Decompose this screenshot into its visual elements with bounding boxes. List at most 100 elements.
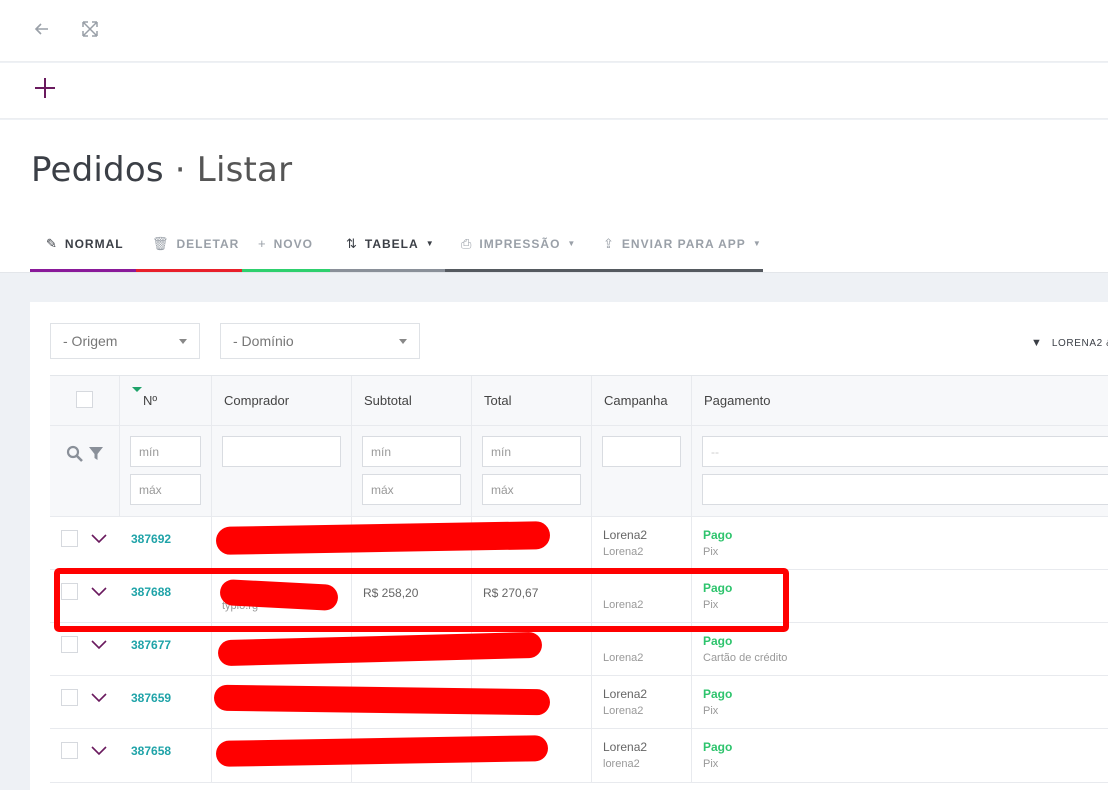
row-checkbox[interactable]	[61, 636, 78, 653]
campanha-input[interactable]	[602, 436, 681, 467]
tab-label: IMPRESSÃO	[479, 236, 561, 251]
order-number-link[interactable]: 387659	[131, 691, 171, 705]
table-row[interactable]: 387659 Lorena2 Lorena2 Pago Pix	[50, 676, 1108, 729]
numero-cell: 387659	[120, 676, 212, 728]
highlight-box	[54, 568, 789, 632]
filter-icon: ▼	[1031, 337, 1043, 349]
orders-panel: - Origem - Domínio ▼ LORENA2 & Nº Compra…	[30, 302, 1108, 790]
tab-novo[interactable]: + NOVO	[242, 215, 330, 272]
table-filter-row: mín máx mín máx mín máx --	[50, 426, 1108, 517]
table-row[interactable]: 387692 Lorena2 Lorena2 Pago Pix	[50, 517, 1108, 570]
comprador-filter-cell	[212, 426, 352, 516]
order-number-link[interactable]: 387658	[131, 744, 171, 758]
payment-method: Pix	[703, 546, 719, 558]
select-all-checkbox[interactable]	[76, 391, 93, 408]
campanha-cell: Lorena2 Lorena2	[592, 676, 692, 728]
redaction-mark	[213, 684, 551, 716]
tab-underline	[445, 269, 587, 272]
row-controls	[50, 729, 120, 782]
payment-method: Pix	[703, 758, 719, 770]
subtotal-max-input[interactable]: máx	[362, 474, 461, 505]
chevron-down-icon[interactable]	[90, 692, 108, 704]
tab-deletar[interactable]: 🗑 DELETAR	[136, 215, 242, 272]
dominio-select[interactable]: - Domínio	[220, 323, 420, 359]
chevron-down-icon[interactable]	[90, 533, 108, 545]
plus-icon[interactable]	[32, 75, 58, 101]
campaign-value: Lorena2	[603, 528, 648, 542]
comprador-input[interactable]	[222, 436, 341, 467]
chevron-down-icon[interactable]	[90, 639, 108, 651]
expand-icon[interactable]	[79, 18, 101, 40]
caret-down-icon: ▼	[425, 239, 435, 248]
header-total[interactable]: Total	[472, 376, 592, 425]
tab-underline	[330, 269, 445, 272]
tab-impressao[interactable]: ⎙ IMPRESSÃO ▼	[445, 215, 587, 272]
origem-select[interactable]: - Origem	[50, 323, 200, 359]
table-row[interactable]: 387658 Lorena2 lorena2 Pago Pix	[50, 729, 1108, 783]
header-numero[interactable]: Nº	[120, 376, 212, 425]
tab-label: DELETAR	[176, 236, 240, 251]
select-value: - Origem	[63, 333, 118, 349]
column-label: Nº	[143, 393, 158, 408]
header-comprador[interactable]: Comprador	[212, 376, 352, 425]
column-label: Total	[484, 393, 512, 408]
row-checkbox[interactable]	[61, 742, 78, 759]
header-pagamento[interactable]: Pagamento	[692, 376, 1108, 425]
page-title: Pedidos · Listar	[31, 150, 292, 190]
chevron-down-icon[interactable]	[90, 745, 108, 757]
select-value: - Domínio	[233, 333, 294, 349]
pagamento-method-select[interactable]	[702, 474, 1108, 505]
numero-max-input[interactable]: máx	[130, 474, 201, 505]
campanha-cell: Lorena2 lorena2	[592, 729, 692, 782]
total-max-input[interactable]: máx	[482, 474, 581, 505]
tab-tabela[interactable]: ⇅ TABELA ▼	[330, 215, 445, 272]
action-bar	[0, 63, 1108, 119]
pagamento-status-select[interactable]: --	[702, 436, 1108, 467]
payment-method: Pix	[703, 705, 719, 717]
caret-down-icon: ▼	[752, 239, 762, 248]
orders-table: Nº Comprador Subtotal Total Campanha Pag…	[50, 375, 1108, 783]
header-campanha[interactable]: Campanha	[592, 376, 692, 425]
tab-label: ENVIAR PARA APP	[621, 236, 746, 251]
row-checkbox[interactable]	[61, 689, 78, 706]
payment-status-badge: Pago	[703, 740, 733, 754]
page-subtitle: Listar	[196, 150, 293, 190]
table-header-row: Nº Comprador Subtotal Total Campanha Pag…	[50, 376, 1108, 426]
active-filter-tag[interactable]: ▼ LORENA2 &	[1031, 337, 1108, 349]
pagamento-cell: Pago Pix	[692, 517, 1108, 569]
subtotal-min-input[interactable]: mín	[362, 436, 461, 467]
header-subtotal[interactable]: Subtotal	[352, 376, 472, 425]
numero-cell: 387692	[120, 517, 212, 569]
pagamento-cell: Pago Pix	[692, 676, 1108, 728]
page-title-main: Pedidos	[31, 150, 164, 190]
order-number-link[interactable]: 387677	[131, 638, 171, 652]
mode-tabs: ✎ NORMAL 🗑 DELETAR + NOVO ⇅ TABELA ▼ ⎙ I…	[30, 215, 763, 272]
arrow-left-icon[interactable]	[31, 18, 53, 40]
campaign-value: Lorena2	[603, 687, 648, 701]
column-label: Subtotal	[364, 393, 412, 408]
sort-desc-icon	[132, 387, 142, 392]
tab-enviar-para-app[interactable]: ⇪ ENVIAR PARA APP ▼	[587, 215, 763, 272]
redaction-mark	[215, 521, 551, 555]
order-number-link[interactable]: 387692	[131, 532, 171, 546]
tab-normal[interactable]: ✎ NORMAL	[30, 215, 136, 272]
search-icon[interactable]	[66, 445, 84, 463]
header-checkbox-cell	[50, 376, 120, 425]
payment-status-badge: Pago	[703, 528, 733, 542]
plus-icon: +	[258, 236, 267, 251]
edit-icon: ✎	[46, 235, 58, 251]
row-controls	[50, 676, 120, 728]
total-min-input[interactable]: mín	[482, 436, 581, 467]
numero-min-input[interactable]: mín	[130, 436, 201, 467]
filter-icons-cell	[50, 426, 120, 516]
title-separator: ·	[174, 150, 186, 190]
filter-icon[interactable]	[88, 445, 104, 461]
campanha-cell: Lorena2 Lorena2	[592, 517, 692, 569]
column-label: Campanha	[604, 393, 668, 408]
tab-label: NOVO	[273, 236, 313, 251]
row-checkbox[interactable]	[61, 530, 78, 547]
payment-status-badge: Pago	[703, 687, 733, 701]
print-icon: ⎙	[461, 235, 473, 251]
page-header: Pedidos · Listar ✎ NORMAL 🗑 DELETAR + NO…	[0, 120, 1108, 273]
tab-label: NORMAL	[64, 236, 124, 251]
